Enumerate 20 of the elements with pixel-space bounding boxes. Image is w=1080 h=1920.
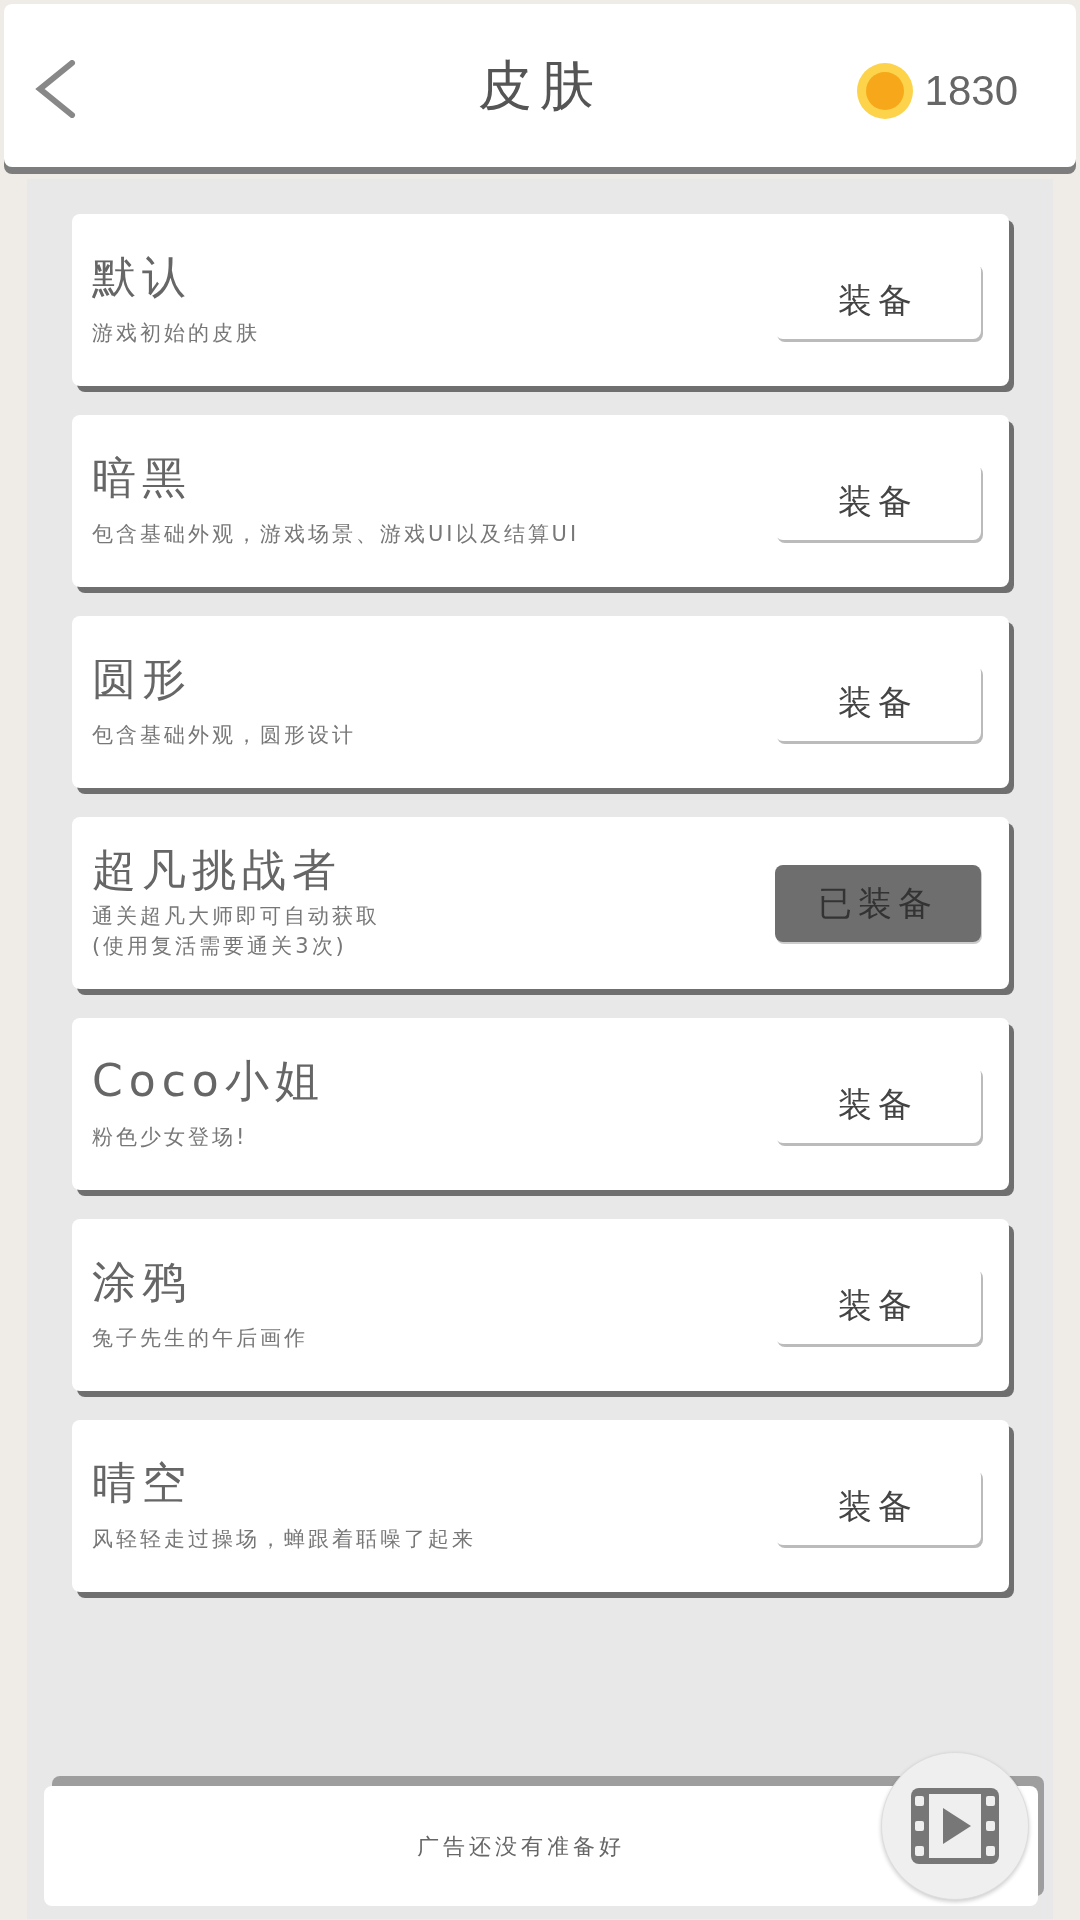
film-play-icon [911,1788,999,1864]
skin-name: 超凡挑战者 [92,844,343,897]
coin-icon [856,62,913,119]
skin-description: 粉色少女登场! [92,1124,249,1152]
ad-message: 广告还没有准备好 [417,1832,625,1861]
skin-description: 风轻轻走过操场，蝉跟着聒噪了起来 [92,1526,477,1554]
coin-count: 1830 [924,66,1018,116]
skin-name: Coco小姐 [92,1055,326,1109]
skin-name: 圆形 [92,653,193,707]
page-title: 皮肤 [478,53,602,119]
skin-name: 暗黑 [92,452,193,506]
skin-description: 包含基础外观，游戏场景、游戏UI以及结算UI [92,521,581,549]
skin-name: 晴空 [92,1457,193,1511]
skin-description: 包含基础外观，圆形设计 [92,722,357,750]
skin-name: 涂鸦 [92,1256,193,1310]
skin-description: 通关超凡大师即可自动获取 (使用复活需要通关3次) [92,902,381,961]
skin-name: 默认 [92,251,193,305]
back-icon[interactable] [34,60,76,118]
skin-description: 兔子先生的午后画作 [92,1325,309,1353]
skin-description: 游戏初始的皮肤 [92,320,261,348]
